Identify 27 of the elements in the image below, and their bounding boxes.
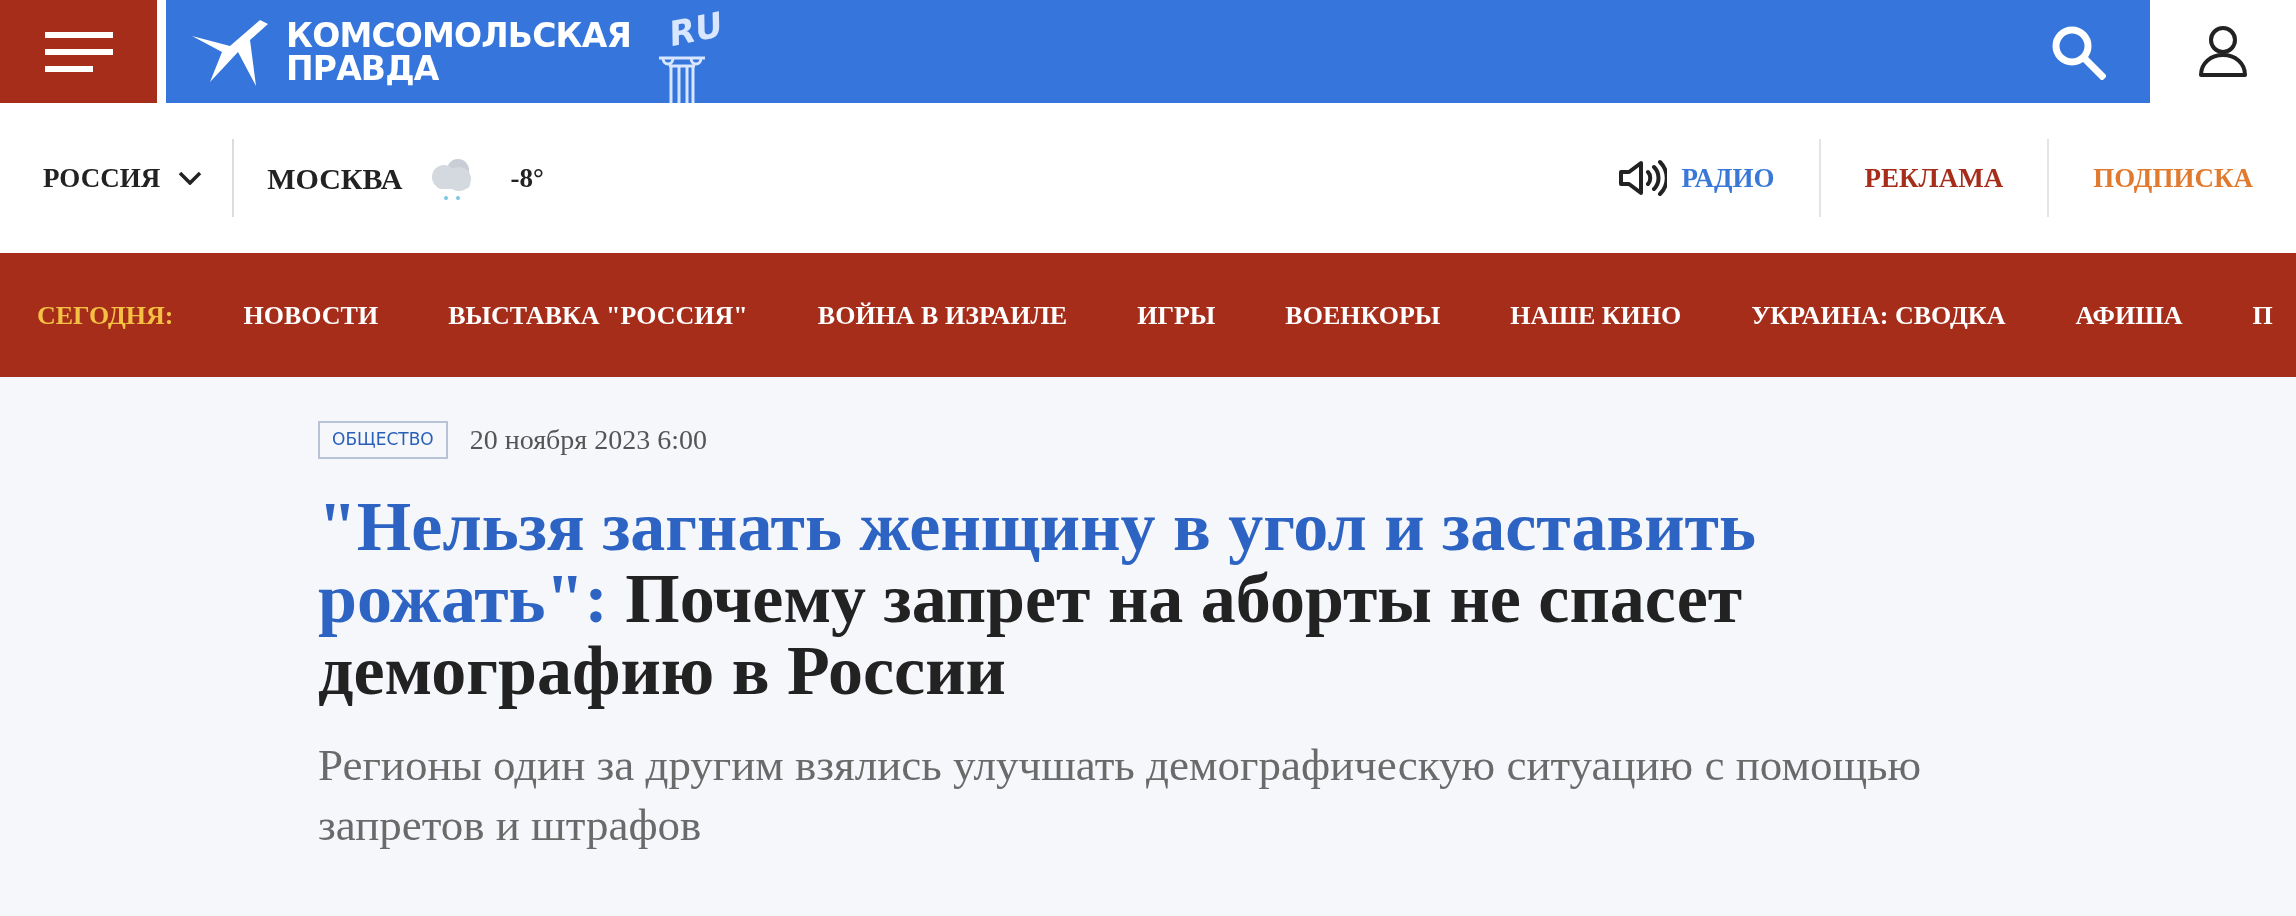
menu-button[interactable] (0, 0, 157, 103)
nav-link[interactable]: ВОЙНА В ИЗРАИЛЕ (817, 295, 1068, 335)
lead-text: Регионы один за другим взялись улучшать демографическую ситуацию с помощью запретов и штрафов (318, 739, 1923, 852)
category-tag[interactable]: ОБЩЕСТВО (318, 421, 448, 459)
headline: "Нельзя загнать женщину в угол и заставить рожать": Почему запрет на аборты не спасет демографию в России (318, 491, 1757, 707)
nav-link[interactable]: УКРАИНА: СВОДКА (1751, 295, 2006, 335)
publish-date: 20 ноября 2023 6:00 (469, 423, 707, 457)
user-icon[interactable] (2198, 24, 2248, 79)
chevron-down-icon (178, 171, 203, 185)
nav-link[interactable]: НОВОСТИ (243, 295, 379, 335)
today-label: СЕГОДНЯ: (37, 299, 174, 332)
nav-link[interactable]: ИГРЫ (1137, 295, 1216, 335)
nav-link[interactable]: НАШЕ КИНО (1510, 295, 1682, 335)
nav-link[interactable]: АФИША (2075, 295, 2183, 335)
nav-link[interactable]: П (2252, 295, 2273, 335)
speaker-icon (1617, 158, 1668, 198)
header-link[interactable]: РЕКЛАМА (1864, 157, 2004, 199)
city-name[interactable]: МОСКВА (267, 155, 403, 201)
radio-link[interactable]: РАДИО (1617, 157, 1775, 199)
temperature: -8° (510, 161, 544, 195)
menu-icon (44, 31, 113, 72)
logo-ru-text: RU (666, 6, 726, 52)
nav-link[interactable]: ВОЕНКОРЫ (1285, 295, 1441, 335)
nav-link[interactable]: ВЫСТАВКА "РОССИЯ" (448, 295, 748, 335)
column-icon (657, 54, 707, 103)
logo-text[interactable]: КОМСОМОЛЬСКАЯ ПРАВДА (286, 18, 631, 85)
region-dropdown[interactable]: РОССИЯ (43, 157, 203, 199)
